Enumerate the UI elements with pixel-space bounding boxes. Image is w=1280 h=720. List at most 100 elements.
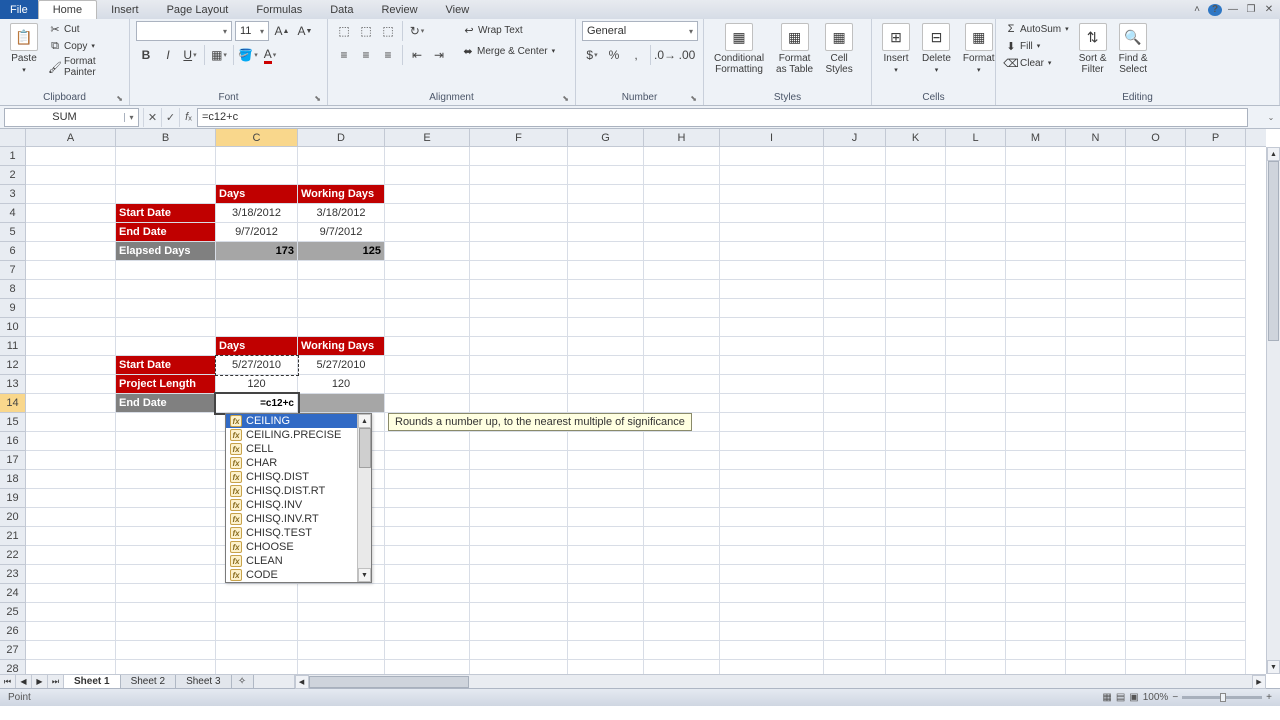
cut-button[interactable]: ✂Cut (46, 21, 123, 37)
close-icon[interactable]: ✕ (1262, 4, 1276, 16)
align-left-button[interactable]: ≡ (334, 45, 354, 65)
cell-D4[interactable]: 3/18/2012 (298, 204, 385, 223)
row-header-3[interactable]: 3 (0, 185, 25, 204)
column-header-A[interactable]: A (26, 129, 116, 146)
column-header-F[interactable]: F (470, 129, 568, 146)
restore-icon[interactable]: ❐ (1244, 4, 1258, 16)
row-header-4[interactable]: 4 (0, 204, 25, 223)
view-layout-icon[interactable]: ▤ (1116, 692, 1125, 703)
clipboard-launcher[interactable]: ⬊ (116, 94, 123, 103)
cell-C13[interactable]: 120 (216, 375, 298, 394)
scroll-right-button[interactable]: ▶ (1252, 675, 1266, 689)
clear-button[interactable]: ⌫Clear▾ (1002, 55, 1071, 71)
fill-color-button[interactable]: 🪣 (238, 45, 258, 65)
vertical-scrollbar[interactable]: ▲ ▼ (1266, 147, 1280, 674)
row-header-7[interactable]: 7 (0, 261, 25, 280)
zoom-slider[interactable] (1182, 696, 1262, 699)
decrease-indent-button[interactable]: ⇤ (407, 45, 427, 65)
cell-styles-button[interactable]: ▦Cell Styles (821, 21, 857, 77)
column-header-I[interactable]: I (720, 129, 824, 146)
row-header-1[interactable]: 1 (0, 147, 25, 166)
row-header-20[interactable]: 20 (0, 508, 25, 527)
autocomplete-item[interactable]: fxCHISQ.TEST (226, 526, 371, 540)
tab-review[interactable]: Review (367, 0, 431, 19)
prev-sheet-button[interactable]: ◀ (16, 675, 32, 688)
hscroll-thumb[interactable] (309, 676, 469, 688)
row-header-12[interactable]: 12 (0, 356, 25, 375)
copy-button[interactable]: ⧉Copy▾ (46, 38, 123, 54)
cell-B6[interactable]: Elapsed Days (116, 242, 216, 261)
last-sheet-button[interactable]: ⏭ (48, 675, 64, 688)
view-break-icon[interactable]: ▣ (1129, 692, 1138, 703)
cell-B5[interactable]: End Date (116, 223, 216, 242)
row-header-10[interactable]: 10 (0, 318, 25, 337)
tab-data[interactable]: Data (316, 0, 367, 19)
sheet-tab-2[interactable]: Sheet 2 (121, 675, 176, 688)
number-format-combo[interactable]: General▾ (582, 21, 698, 41)
row-header-25[interactable]: 25 (0, 603, 25, 622)
insert-cells-button[interactable]: ⊞Insert▾ (878, 21, 914, 76)
cell-C5[interactable]: 9/7/2012 (216, 223, 298, 242)
name-box-dropdown[interactable]: ▾ (124, 113, 138, 122)
next-sheet-button[interactable]: ▶ (32, 675, 48, 688)
row-header-22[interactable]: 22 (0, 546, 25, 565)
vscroll-thumb[interactable] (1268, 161, 1279, 341)
autosum-button[interactable]: ΣAutoSum▾ (1002, 21, 1071, 37)
name-box[interactable]: SUM ▾ (4, 108, 139, 127)
increase-decimal-button[interactable]: .0→ (655, 45, 675, 65)
autocomplete-item[interactable]: fxCEILING.PRECISE (226, 428, 371, 442)
align-right-button[interactable]: ≡ (378, 45, 398, 65)
conditional-formatting-button[interactable]: ▦Conditional Formatting (710, 21, 768, 77)
cell-C4[interactable]: 3/18/2012 (216, 204, 298, 223)
underline-button[interactable]: U (180, 45, 200, 65)
autocomplete-item[interactable]: fxCHOOSE (226, 540, 371, 554)
tab-page-layout[interactable]: Page Layout (153, 0, 243, 19)
wrap-text-button[interactable]: ↩Wrap Text (459, 21, 557, 39)
cell-C12[interactable]: 5/27/2010 (216, 356, 298, 375)
column-header-H[interactable]: H (644, 129, 720, 146)
row-header-23[interactable]: 23 (0, 565, 25, 584)
row-header-8[interactable]: 8 (0, 280, 25, 299)
select-all-button[interactable] (0, 129, 26, 147)
column-header-K[interactable]: K (886, 129, 946, 146)
align-bottom-button[interactable]: ⬚ (378, 21, 398, 41)
column-header-G[interactable]: G (568, 129, 644, 146)
cell-C11[interactable]: Days (216, 337, 298, 356)
column-header-N[interactable]: N (1066, 129, 1126, 146)
spreadsheet-grid[interactable]: ABCDEFGHIJKLMNOP 12345678910111213141516… (0, 129, 1280, 688)
row-header-9[interactable]: 9 (0, 299, 25, 318)
file-tab[interactable]: File (0, 0, 38, 19)
formula-input[interactable]: =c12+c (197, 108, 1248, 127)
row-header-18[interactable]: 18 (0, 470, 25, 489)
row-header-16[interactable]: 16 (0, 432, 25, 451)
autocomplete-item[interactable]: fxCHISQ.INV (226, 498, 371, 512)
expand-formula-bar[interactable]: ⌄ (1264, 113, 1278, 122)
autocomplete-scrollbar[interactable]: ▲▼ (357, 414, 371, 582)
autocomplete-item[interactable]: fxCODE (226, 568, 371, 582)
autocomplete-item[interactable]: fxCEILING (226, 414, 371, 428)
row-header-24[interactable]: 24 (0, 584, 25, 603)
view-normal-icon[interactable]: ▦ (1102, 692, 1111, 703)
cell-B4[interactable]: Start Date (116, 204, 216, 223)
font-size-combo[interactable]: 11▾ (235, 21, 269, 41)
row-header-5[interactable]: 5 (0, 223, 25, 242)
scroll-left-button[interactable]: ◀ (295, 675, 309, 689)
cell-D5[interactable]: 9/7/2012 (298, 223, 385, 242)
cancel-formula-button[interactable]: ✕ (143, 108, 161, 127)
tab-formulas[interactable]: Formulas (242, 0, 316, 19)
horizontal-scrollbar[interactable]: ◀ ▶ (294, 675, 1266, 688)
align-top-button[interactable]: ⬚ (334, 21, 354, 41)
format-painter-button[interactable]: 🖌Format Painter (46, 55, 123, 79)
decrease-font-button[interactable]: A▼ (295, 21, 315, 41)
enter-formula-button[interactable]: ✓ (161, 108, 179, 127)
cell-B13[interactable]: Project Length (116, 375, 216, 394)
first-sheet-button[interactable]: ⏮ (0, 675, 16, 688)
autocomplete-item[interactable]: fxCHISQ.DIST (226, 470, 371, 484)
borders-button[interactable]: ▦ (209, 45, 229, 65)
font-family-combo[interactable]: ▾ (136, 21, 232, 41)
cell-D11[interactable]: Working Days (298, 337, 385, 356)
increase-indent-button[interactable]: ⇥ (429, 45, 449, 65)
column-header-E[interactable]: E (385, 129, 470, 146)
column-header-C[interactable]: C (216, 129, 298, 146)
autocomplete-item[interactable]: fxCHAR (226, 456, 371, 470)
